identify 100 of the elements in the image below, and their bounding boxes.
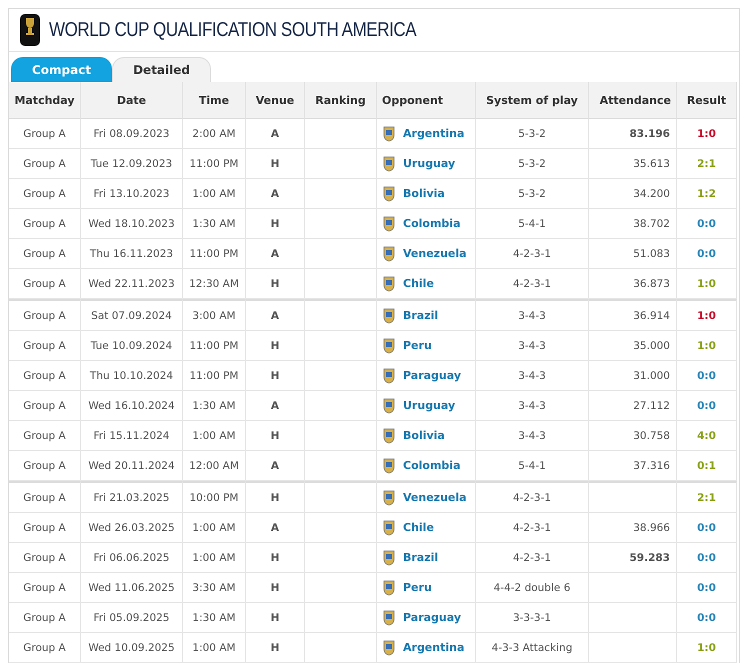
table-cell: 11:00 PM (190, 248, 238, 260)
table-cell: A (270, 188, 280, 200)
team-link[interactable]: Peru (403, 339, 432, 352)
table-cell: 4-4-2 double 6 (494, 582, 570, 594)
match-result: 1:0 (697, 278, 716, 290)
table-cell: Group A (23, 278, 66, 290)
page-title: WORLD CUP QUALIFICATION SOUTH AMERICA (49, 18, 416, 42)
table-cell: 1:30 AM (192, 400, 236, 412)
table-cell: 30.758 (633, 430, 670, 442)
crest-icon (383, 550, 395, 566)
column-header: Time (183, 82, 246, 119)
table-cell: Wed 20.11.2024 (88, 460, 175, 472)
team-link[interactable]: Colombia (403, 459, 460, 472)
team-link[interactable]: Paraguay (403, 611, 461, 624)
table-cell: A (270, 522, 280, 534)
table-cell: Thu 16.11.2023 (90, 248, 174, 260)
table-cell: 10:00 PM (190, 492, 238, 504)
column-header: Matchday (9, 82, 81, 119)
table-cell: 1:00 AM (192, 430, 236, 442)
table-cell: 5-3-2 (518, 188, 546, 200)
table-cell: Group A (23, 400, 66, 412)
match-result: 0:0 (697, 552, 716, 564)
table-cell: 4-2-3-1 (512, 248, 552, 260)
match-result: 0:0 (697, 248, 716, 260)
crest-icon (383, 398, 395, 414)
column-header: Ranking (305, 82, 377, 119)
table-cell: 1:00 AM (192, 188, 236, 200)
table-cell: Group A (23, 642, 66, 654)
view-tab[interactable]: Compact (11, 57, 112, 82)
match-result: 1:0 (697, 642, 716, 654)
team-link[interactable]: Argentina (403, 641, 464, 654)
table-cell: 2:00 AM (192, 128, 236, 140)
column-header: Date (81, 82, 183, 119)
crest-icon (383, 610, 395, 626)
crest-icon (383, 338, 395, 354)
table-cell: Fri 05.09.2025 (94, 612, 170, 624)
table-cell: 5-4-1 (518, 460, 546, 472)
table-cell: A (270, 400, 280, 412)
table-cell: 5-3-2 (518, 128, 546, 140)
match-result: 0:0 (697, 522, 716, 534)
column-header: Opponent (377, 82, 476, 119)
table-cell: Wed 22.11.2023 (88, 278, 175, 290)
team-link[interactable]: Chile (403, 521, 434, 534)
table-cell: 38.702 (633, 218, 670, 230)
team-link[interactable]: Bolivia (403, 429, 445, 442)
table-cell: 3-4-3 (518, 310, 546, 322)
table-cell: Wed 11.06.2025 (88, 582, 175, 594)
team-link[interactable]: Chile (403, 277, 434, 290)
team-link[interactable]: Brazil (403, 309, 438, 322)
crest-icon (383, 216, 395, 232)
table-cell: Fri 06.06.2025 (94, 552, 170, 564)
match-result: 2:1 (697, 492, 716, 504)
table-cell: H (270, 612, 280, 624)
table-cell: 1:30 AM (192, 218, 236, 230)
table-cell: Fri 08.09.2023 (94, 128, 170, 140)
table-cell: 4-2-3-1 (512, 278, 552, 290)
table-cell: A (270, 128, 280, 140)
table-cell: 35.000 (633, 340, 670, 352)
table-cell: Group A (23, 158, 66, 170)
table-cell: 37.316 (633, 460, 670, 472)
table-cell: Thu 10.10.2024 (90, 370, 174, 382)
table-cell: Group A (23, 522, 66, 534)
crest-icon (383, 368, 395, 384)
table-cell: 34.200 (633, 188, 670, 200)
match-result: 1:0 (697, 310, 716, 322)
team-link[interactable]: Peru (403, 581, 432, 594)
table-cell: 1:30 AM (192, 612, 236, 624)
column-header: Venue (246, 82, 305, 119)
table-cell: Fri 13.10.2023 (94, 188, 170, 200)
table-cell: H (270, 218, 280, 230)
table-cell: 3-3-3-1 (512, 612, 552, 624)
table-cell: 12:30 AM (189, 278, 239, 290)
match-result: 0:0 (697, 218, 716, 230)
table-cell: Group A (23, 340, 66, 352)
team-link[interactable]: Argentina (403, 127, 464, 140)
table-cell: 11:00 PM (190, 340, 238, 352)
table-cell: 38.966 (633, 522, 670, 534)
team-link[interactable]: Venezuela (403, 247, 467, 260)
table-cell: H (270, 278, 280, 290)
team-link[interactable]: Bolivia (403, 187, 445, 200)
table-cell: 12:00 AM (189, 460, 239, 472)
match-result: 0:0 (697, 370, 716, 382)
table-cell: 36.914 (633, 310, 670, 322)
table-cell: H (270, 552, 280, 564)
table-cell: Group A (23, 430, 66, 442)
table-cell: Group A (23, 552, 66, 564)
table-cell: 83.196 (629, 128, 670, 140)
team-link[interactable]: Paraguay (403, 369, 461, 382)
match-result: 1:2 (697, 188, 716, 200)
table-cell: 51.083 (633, 248, 670, 260)
team-link[interactable]: Colombia (403, 217, 460, 230)
table-cell: Group A (23, 128, 66, 140)
match-result: 0:0 (697, 582, 716, 594)
team-link[interactable]: Uruguay (403, 157, 456, 170)
table-cell: 59.283 (629, 552, 670, 564)
team-link[interactable]: Uruguay (403, 399, 456, 412)
team-link[interactable]: Brazil (403, 551, 438, 564)
table-cell: A (270, 460, 280, 472)
table-cell: Wed 26.03.2025 (88, 522, 175, 534)
view-tab[interactable]: Detailed (112, 57, 211, 82)
